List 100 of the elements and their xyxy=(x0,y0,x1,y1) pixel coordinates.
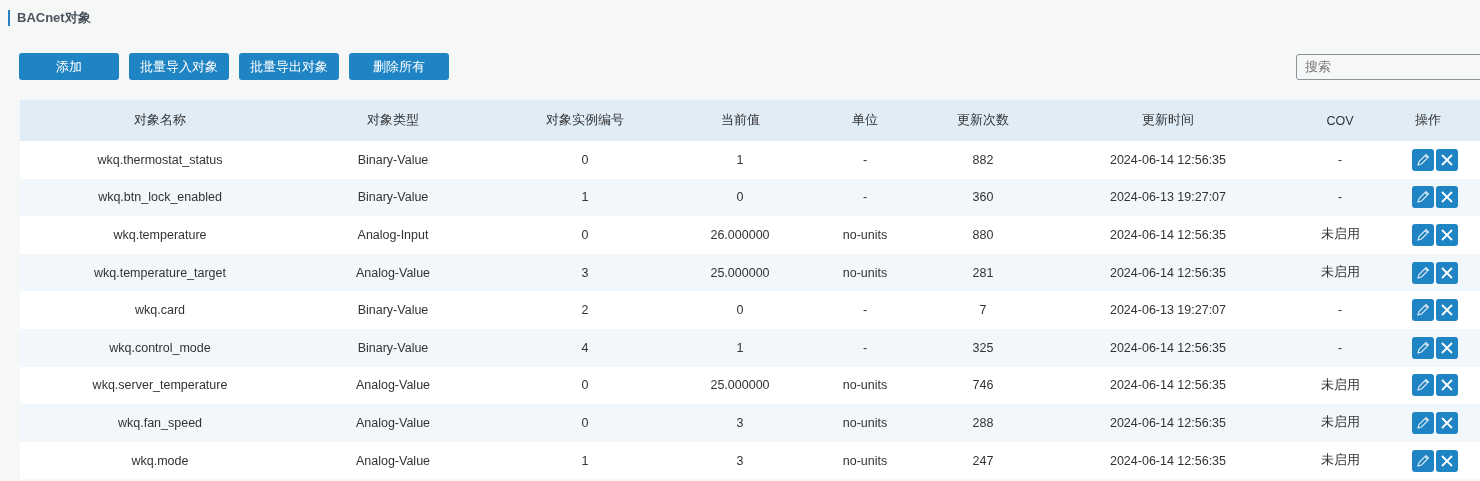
edit-icon[interactable] xyxy=(1412,299,1434,322)
table-cell: - xyxy=(862,303,868,318)
table-cell: Analog-Value xyxy=(355,265,431,280)
table-cell: 360 xyxy=(972,190,994,205)
table-cell: 0 xyxy=(736,190,744,205)
table-cell: 882 xyxy=(972,152,994,167)
table-cell: 未启用 xyxy=(1320,453,1360,468)
table-cell: - xyxy=(862,190,868,205)
table-cell: 3 xyxy=(736,453,744,468)
table-cell: wkq.thermostat_status xyxy=(97,152,223,167)
table-cell: 1 xyxy=(581,190,589,205)
delete-icon[interactable] xyxy=(1436,261,1458,284)
table-cell: Analog-Value xyxy=(355,453,431,468)
table-cell: 3 xyxy=(736,415,744,430)
table-cell: 247 xyxy=(972,453,994,468)
table-cell: 未启用 xyxy=(1320,415,1360,430)
edit-icon[interactable] xyxy=(1412,186,1434,209)
delete-icon[interactable] xyxy=(1436,374,1458,397)
table-cell: Analog-Value xyxy=(355,378,431,393)
table-cell: Binary-Value xyxy=(357,190,429,205)
edit-icon[interactable] xyxy=(1412,224,1434,246)
table-cell: no-units xyxy=(842,453,888,468)
column-header: 对象实例编号 xyxy=(486,100,684,141)
table-cell: - xyxy=(1337,303,1343,318)
table-cell: 0 xyxy=(581,378,589,393)
table-cell: - xyxy=(1337,190,1343,205)
table-cell: Binary-Value xyxy=(357,340,429,355)
table-cell: 未启用 xyxy=(1320,265,1360,280)
column-header: 操作 xyxy=(1376,100,1480,141)
table-cell: 2024-06-14 12:56:35 xyxy=(1109,340,1227,355)
table-cell: 281 xyxy=(972,265,994,280)
edit-icon[interactable] xyxy=(1412,148,1434,171)
edit-icon[interactable] xyxy=(1412,449,1434,472)
edit-icon[interactable] xyxy=(1412,374,1434,397)
column-header: 对象类型 xyxy=(300,100,486,141)
table-cell: - xyxy=(1337,340,1343,355)
table-cell: Binary-Value xyxy=(357,303,429,318)
table-cell: 746 xyxy=(972,378,994,393)
toolbar-button[interactable]: 删除所有 xyxy=(349,53,449,80)
table-cell: 0 xyxy=(581,415,589,430)
column-header: 单位 xyxy=(796,100,934,141)
edit-icon[interactable] xyxy=(1412,261,1434,284)
toolbar-button[interactable]: 批量导入对象 xyxy=(129,53,229,80)
table-cell: wkq.server_temperature xyxy=(92,378,228,393)
table-cell: wkq.control_mode xyxy=(109,340,211,355)
column-header: 当前值 xyxy=(684,100,796,141)
column-header: 更新次数 xyxy=(934,100,1032,141)
search-field[interactable]: 搜索 xyxy=(1296,53,1480,80)
table-cell: wkq.card xyxy=(135,303,185,318)
table-cell: no-units xyxy=(842,415,888,430)
table-cell: 2024-06-14 12:56:35 xyxy=(1109,453,1227,468)
table-cell: 0 xyxy=(736,303,744,318)
table-cell: 325 xyxy=(972,340,994,355)
delete-icon[interactable] xyxy=(1436,449,1458,472)
edit-icon[interactable] xyxy=(1412,411,1434,434)
table-cell: no-units xyxy=(842,228,888,242)
table-cell: 2024-06-14 12:56:35 xyxy=(1109,265,1227,280)
table-cell: wkq.mode xyxy=(131,453,189,468)
column-header: 更新时间 xyxy=(1032,100,1304,141)
table-cell: 1 xyxy=(736,152,744,167)
table-cell: wkq.btn_lock_enabled xyxy=(98,190,222,205)
table-cell: - xyxy=(862,152,868,167)
table-cell: 未启用 xyxy=(1320,227,1360,242)
delete-icon[interactable] xyxy=(1436,411,1458,434)
edit-icon[interactable] xyxy=(1412,336,1434,359)
table-cell: 4 xyxy=(581,340,589,355)
table-cell: - xyxy=(1337,152,1343,167)
delete-icon[interactable] xyxy=(1436,299,1458,322)
table-cell: 2024-06-14 12:56:35 xyxy=(1109,152,1227,167)
column-header: 对象名称 xyxy=(20,100,300,141)
table-cell: 288 xyxy=(972,415,994,430)
table-cell: 1 xyxy=(736,340,744,355)
table-cell: wkq.temperature xyxy=(113,228,207,242)
delete-icon[interactable] xyxy=(1436,224,1458,246)
table-cell: 25.000000 xyxy=(710,265,770,280)
table-cell: 26.000000 xyxy=(710,228,770,242)
table-cell: 25.000000 xyxy=(710,378,770,393)
table-cell: Analog-Value xyxy=(355,415,431,430)
table-cell: 880 xyxy=(972,228,994,242)
toolbar-button[interactable]: 添加 xyxy=(19,53,119,80)
delete-icon[interactable] xyxy=(1436,336,1458,359)
table-cell: 2 xyxy=(581,303,589,318)
table-cell: 2024-06-13 19:27:07 xyxy=(1109,190,1227,205)
table-cell: wkq.temperature_target xyxy=(94,265,226,280)
table-cell: 未启用 xyxy=(1320,377,1360,392)
page-title: BACnet对象 xyxy=(8,10,1480,26)
table-cell: 0 xyxy=(581,228,589,242)
table-cell: wkq.fan_speed xyxy=(117,415,203,430)
table-cell: - xyxy=(862,340,868,355)
table-cell: 3 xyxy=(581,265,589,280)
table-cell: 2024-06-14 12:56:35 xyxy=(1109,415,1227,430)
table-cell: no-units xyxy=(842,378,888,393)
table-cell: Analog-Input xyxy=(357,228,429,242)
delete-icon[interactable] xyxy=(1436,186,1458,209)
table-cell: 0 xyxy=(581,152,589,167)
table-cell: Binary-Value xyxy=(357,152,429,167)
toolbar-button[interactable]: 批量导出对象 xyxy=(239,53,339,80)
table-cell: 1 xyxy=(581,453,589,468)
table-cell: 7 xyxy=(979,303,987,318)
delete-icon[interactable] xyxy=(1436,148,1458,171)
